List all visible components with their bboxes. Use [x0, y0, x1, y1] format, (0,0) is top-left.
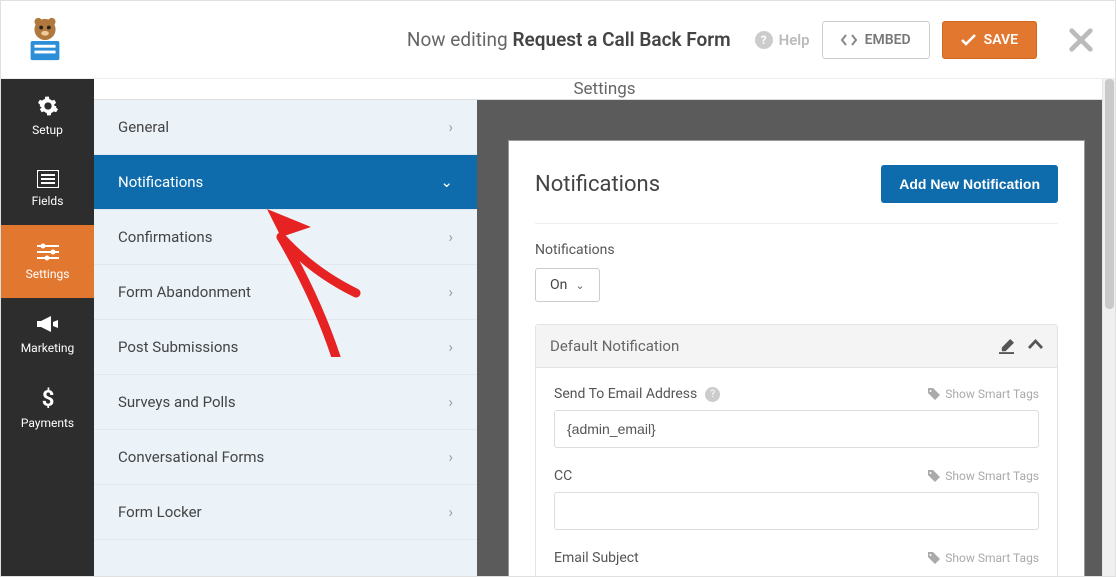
notification-title: Default Notification — [550, 337, 679, 355]
send-to-label: Send To Email Address? — [554, 386, 720, 402]
settings-panel: Notifications Add New Notification Notif… — [508, 140, 1085, 577]
menu-form-locker[interactable]: Form Locker› — [94, 485, 477, 540]
cc-input[interactable] — [554, 492, 1039, 530]
tag-icon — [928, 552, 940, 564]
bullhorn-icon — [37, 315, 59, 335]
menu-post-submissions[interactable]: Post Submissions› — [94, 320, 477, 375]
sliders-icon — [37, 243, 59, 261]
chevron-right-icon: › — [448, 283, 453, 301]
editing-prefix: Now editing — [407, 28, 508, 51]
chevron-down-icon: ⌄ — [575, 279, 584, 292]
chevron-right-icon: › — [448, 118, 453, 136]
send-to-input[interactable] — [554, 410, 1039, 448]
settings-menu: General› Notifications⌄ Confirmations› F… — [94, 100, 478, 577]
editing-form-name: Request a Call Back Form — [512, 28, 730, 51]
chevron-right-icon: › — [448, 228, 453, 246]
tag-icon — [928, 388, 940, 400]
save-button[interactable]: SAVE — [942, 21, 1037, 59]
notification-item: Default Notification Sen — [535, 324, 1058, 577]
rail-settings[interactable]: Settings — [1, 225, 94, 298]
add-notification-button[interactable]: Add New Notification — [881, 165, 1058, 203]
svg-text:$: $ — [41, 387, 54, 410]
rail-marketing[interactable]: Marketing — [1, 298, 94, 371]
help-icon[interactable]: ? — [705, 387, 720, 402]
chevron-right-icon: › — [448, 393, 453, 411]
topbar: Now editing Request a Call Back Form ? H… — [1, 1, 1115, 79]
menu-notifications[interactable]: Notifications⌄ — [94, 155, 477, 210]
chevron-right-icon: › — [448, 338, 453, 356]
chevron-right-icon: › — [448, 448, 453, 466]
menu-conversational[interactable]: Conversational Forms› — [94, 430, 477, 485]
menu-general[interactable]: General› — [94, 100, 477, 155]
app-logo — [21, 16, 69, 64]
scrollbar-thumb[interactable] — [1105, 79, 1114, 309]
content-title: Settings — [94, 79, 1115, 100]
toggle-label: Notifications — [535, 242, 1058, 258]
editing-title: Now editing Request a Call Back Form — [407, 28, 731, 51]
chevron-up-icon[interactable] — [1028, 339, 1043, 350]
rail-setup[interactable]: Setup — [1, 79, 94, 152]
pencil-icon[interactable] — [999, 339, 1014, 354]
tag-icon — [928, 470, 940, 482]
menu-form-abandonment[interactable]: Form Abandonment› — [94, 265, 477, 320]
help-link[interactable]: ? Help — [755, 31, 810, 49]
menu-confirmations[interactable]: Confirmations› — [94, 210, 477, 265]
close-icon[interactable] — [1067, 26, 1095, 54]
gear-icon — [37, 95, 59, 117]
scrollbar[interactable] — [1102, 79, 1115, 577]
dollar-icon: $ — [40, 386, 56, 410]
cc-label: CC — [554, 468, 572, 484]
nav-rail: Setup Fields Settings Marketing $ Paymen… — [1, 79, 94, 577]
code-icon — [841, 33, 857, 47]
rail-payments[interactable]: $ Payments — [1, 371, 94, 444]
smart-tags-link[interactable]: Show Smart Tags — [928, 551, 1039, 565]
rail-fields[interactable]: Fields — [1, 152, 94, 225]
panel-title: Notifications — [535, 172, 660, 197]
smart-tags-link[interactable]: Show Smart Tags — [928, 387, 1039, 401]
notifications-toggle[interactable]: On ⌄ — [535, 268, 600, 302]
smart-tags-link[interactable]: Show Smart Tags — [928, 469, 1039, 483]
subject-label: Email Subject — [554, 550, 639, 566]
check-icon — [961, 34, 976, 46]
list-icon — [37, 170, 59, 188]
help-icon: ? — [755, 31, 773, 49]
chevron-right-icon: › — [448, 503, 453, 521]
menu-surveys[interactable]: Surveys and Polls› — [94, 375, 477, 430]
embed-button[interactable]: EMBED — [822, 21, 930, 59]
chevron-down-icon: ⌄ — [440, 173, 453, 191]
